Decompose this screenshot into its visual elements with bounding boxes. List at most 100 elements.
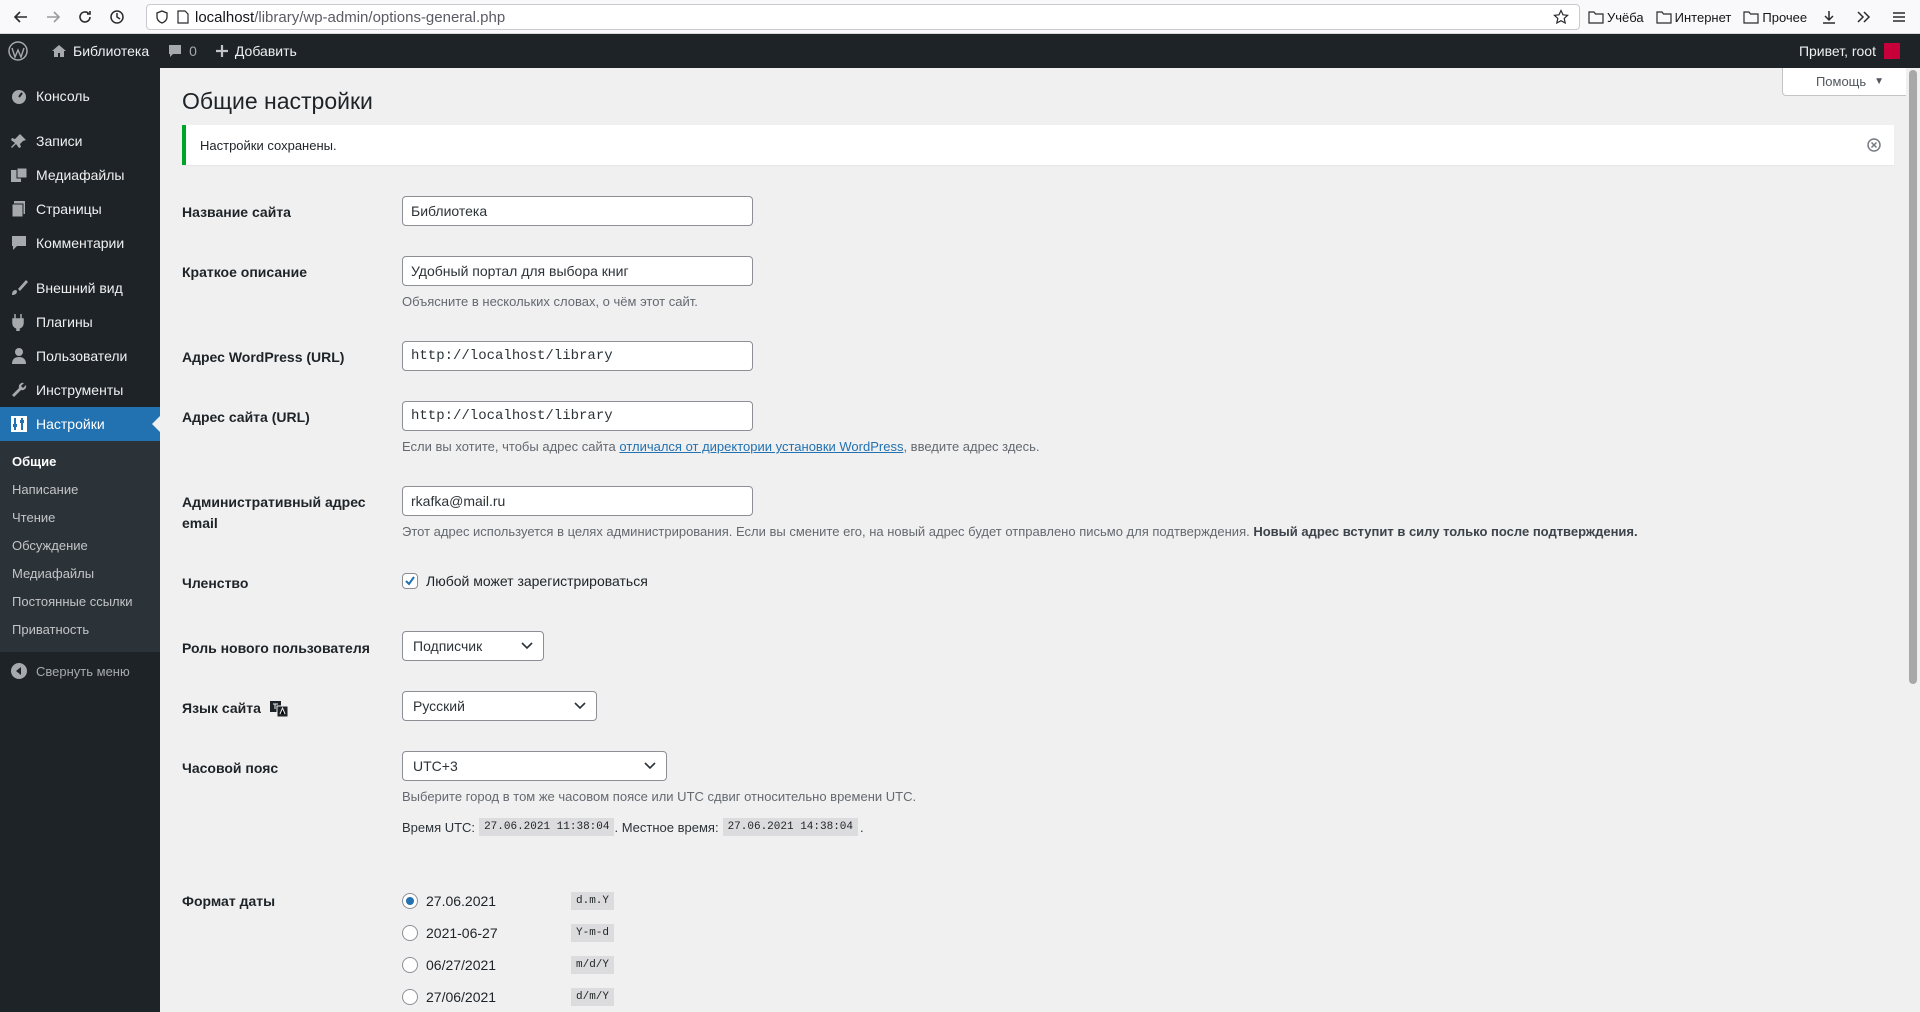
submenu-privacy[interactable]: Приватность [0, 616, 160, 644]
utc-time-value: 27.06.2021 11:38:04 [479, 818, 615, 836]
desc-text: Этот адрес используется в целях админист… [402, 524, 1254, 539]
plus-icon [215, 45, 228, 57]
menu-appearance[interactable]: Внешний вид [0, 271, 160, 305]
admin-email-description: Этот адрес используется в целях админист… [402, 524, 1638, 539]
comment-icon [10, 234, 28, 252]
site-title-field: Библиотека [402, 196, 753, 226]
date-format-field: 27.06.2021 d.m.Y 2021-06-27 Y-m-d 06/27/… [402, 885, 615, 1012]
time-readout: Время UTC: 27.06.2021 11:38:04 . Местное… [402, 818, 916, 836]
wp-url-input[interactable]: http://localhost/library [402, 341, 753, 371]
page-icon [177, 10, 189, 24]
submenu-reading[interactable]: Чтение [0, 504, 160, 532]
add-new-link[interactable]: Добавить [206, 34, 306, 68]
menu-label: Плагины [36, 314, 93, 330]
star-icon[interactable] [1553, 9, 1569, 25]
greeting: Привет, root [1798, 43, 1876, 59]
menu-posts[interactable]: Записи [0, 124, 160, 158]
help-label: Помощь [1815, 74, 1867, 89]
date-format-option[interactable]: 06/27/2021 m/d/Y [402, 949, 615, 981]
notice-text: Настройки сохранены. [200, 137, 337, 153]
date-format-radio[interactable] [402, 989, 418, 1005]
bookmark-folder-ucheba[interactable]: Учёба [1588, 10, 1644, 25]
reload-icon[interactable] [70, 2, 100, 32]
plugin-icon [10, 313, 28, 331]
default-role-field: Подписчик [402, 631, 544, 661]
menu-media[interactable]: Медиафайлы [0, 158, 160, 192]
submenu-permalinks[interactable]: Постоянные ссылки [0, 588, 160, 616]
submenu-media[interactable]: Медиафайлы [0, 560, 160, 588]
desc-text: Если вы хотите, чтобы адрес сайта [402, 439, 620, 454]
menu-settings[interactable]: Настройки [0, 407, 160, 441]
forward-icon[interactable] [38, 2, 68, 32]
comments-count: 0 [189, 43, 197, 59]
admin-email-label: Административный адрес email [182, 494, 366, 531]
site-name-link[interactable]: Библиотека [42, 34, 158, 68]
default-role-select[interactable]: Подписчик [402, 631, 544, 661]
membership-checkbox-label[interactable]: Любой может зарегистрироваться [426, 573, 648, 589]
menu-label: Страницы [36, 201, 102, 217]
admin-menu: Консоль Записи Медиафайлы Страницы Комме… [0, 68, 160, 1012]
menu-dashboard[interactable]: Консоль [0, 79, 160, 113]
success-notice: Настройки сохранены. [182, 125, 1894, 165]
tagline-field: Удобный портал для выбора книг Объясните… [402, 256, 753, 309]
page-scrollbar[interactable] [1906, 68, 1920, 1012]
date-format-option[interactable]: 27/06/2021 d/m/Y [402, 981, 615, 1012]
bookmark-folder-internet[interactable]: Интернет [1656, 10, 1731, 25]
timezone-label: Часовой пояс [182, 760, 279, 776]
submenu-general[interactable]: Общие [0, 448, 160, 476]
collapse-icon [10, 662, 28, 680]
menu-comments[interactable]: Комментарии [0, 226, 160, 260]
submenu-discussion[interactable]: Обсуждение [0, 532, 160, 560]
date-format-radio[interactable] [402, 925, 418, 941]
folder-icon [1656, 11, 1672, 24]
membership-checkbox[interactable] [402, 573, 418, 589]
add-new-label: Добавить [234, 43, 297, 59]
wordpress-logo-icon[interactable] [0, 34, 42, 68]
submenu-writing[interactable]: Написание [0, 476, 160, 504]
date-format-code: d.m.Y [571, 892, 615, 910]
wp-url-field: http://localhost/library [402, 341, 753, 371]
date-format-example: 06/27/2021 [426, 957, 497, 973]
timezone-select[interactable]: UTC+3 [402, 751, 667, 781]
tagline-input[interactable]: Удобный портал для выбора книг [402, 256, 753, 286]
download-icon[interactable] [1818, 6, 1840, 28]
collapse-menu-button[interactable]: Свернуть меню [0, 654, 160, 688]
language-select[interactable]: Русский [402, 691, 597, 721]
address-bar[interactable]: localhost/library/wp-admin/options-gener… [146, 4, 1580, 30]
menu-icon[interactable] [1888, 6, 1910, 28]
date-format-radio[interactable] [402, 957, 418, 973]
triangle-down-icon: ▼ [1874, 76, 1885, 87]
history-icon[interactable] [102, 2, 132, 32]
utc-time-label: Время UTC: [402, 819, 476, 835]
menu-pages[interactable]: Страницы [0, 192, 160, 226]
comments-link[interactable]: 0 [158, 34, 206, 68]
bookmark-folder-prochee[interactable]: Прочее [1743, 10, 1807, 25]
settings-submenu: Общие Написание Чтение Обсуждение Медиаф… [0, 441, 160, 652]
site-url-input[interactable]: http://localhost/library [402, 401, 753, 431]
chevron-down-icon [644, 762, 656, 770]
menu-users[interactable]: Пользователи [0, 339, 160, 373]
menu-tools[interactable]: Инструменты [0, 373, 160, 407]
my-account[interactable]: Привет, root [1799, 34, 1900, 68]
date-format-option[interactable]: 27.06.2021 d.m.Y [402, 885, 615, 917]
date-format-option[interactable]: 2021-06-27 Y-m-d [402, 917, 615, 949]
tagline-value: Удобный портал для выбора книг [411, 263, 629, 279]
translation-icon [269, 700, 289, 718]
date-format-example: 27.06.2021 [426, 893, 497, 909]
users-icon [10, 347, 28, 365]
date-format-radio[interactable] [402, 893, 418, 909]
back-icon[interactable] [6, 2, 36, 32]
dismiss-icon[interactable] [1866, 137, 1882, 153]
pages-icon [10, 200, 28, 218]
menu-plugins[interactable]: Плагины [0, 305, 160, 339]
menu-label: Медиафайлы [36, 167, 125, 183]
help-button[interactable]: Помощь ▼ [1782, 68, 1918, 96]
site-url-value: http://localhost/library [411, 408, 613, 424]
site-url-help-link[interactable]: отличался от директории установки WordPr… [619, 439, 903, 454]
tagline-label: Краткое описание [182, 264, 307, 280]
site-title-input[interactable]: Библиотека [402, 196, 753, 226]
admin-email-input[interactable]: rkafka@mail.ru [402, 486, 753, 516]
more-tools-icon[interactable] [1852, 6, 1874, 28]
scrollbar-thumb[interactable] [1909, 70, 1917, 684]
date-format-label: Формат даты [182, 893, 276, 909]
